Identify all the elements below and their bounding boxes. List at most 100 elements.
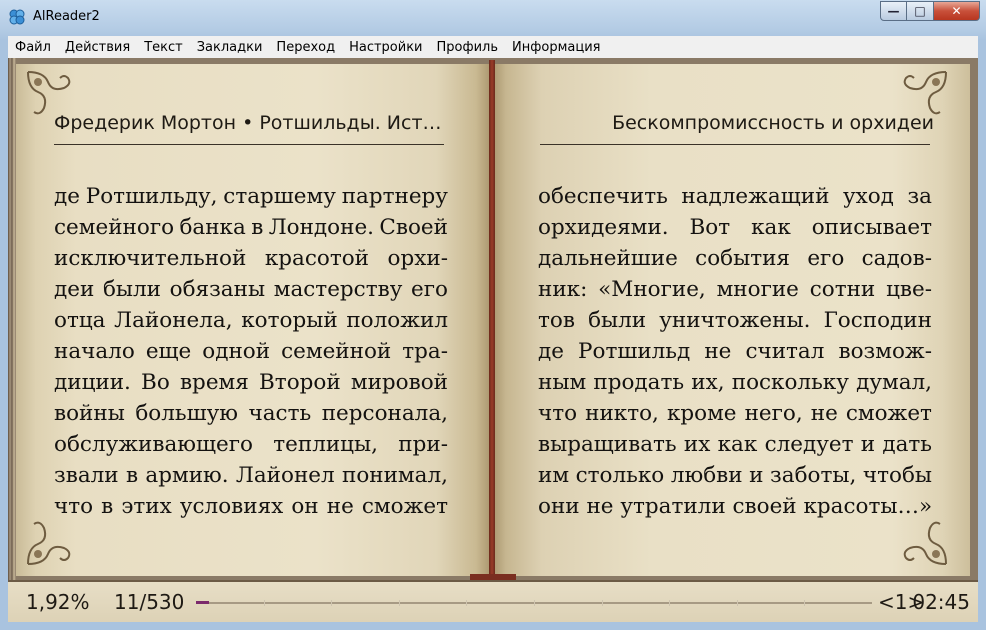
text-word: Ротшильд (578, 339, 691, 364)
title-bar[interactable]: AlReader2 — □ ✕ (0, 0, 986, 36)
menu-profile[interactable]: Профиль (430, 40, 506, 55)
text-line: тов были уничтожены. Господин (538, 305, 932, 336)
text-word: большую (135, 401, 238, 426)
text-word: им (538, 463, 570, 488)
corner-ornament-icon (27, 521, 71, 565)
text-word: положил (346, 308, 448, 333)
text-word: красотой (264, 246, 370, 271)
text-line: де Ротшильд не считал возмож- (538, 336, 932, 367)
reading-progress-bar[interactable] (196, 600, 872, 606)
text-line: им столько любви и заботы, чтобы (538, 460, 932, 491)
text-word: орхи- (387, 246, 448, 271)
text-word: сможет (845, 401, 932, 426)
text-word: «Многие, (598, 277, 706, 302)
menu-actions[interactable]: Действия (58, 40, 137, 55)
text-word: Ротшильду, (85, 184, 218, 209)
text-word: деи (54, 277, 95, 302)
text-word: в (125, 463, 139, 488)
text-word: понимал, (342, 463, 448, 488)
menu-text[interactable]: Текст (137, 40, 190, 55)
menu-bookmarks[interactable]: Закладки (190, 40, 270, 55)
text-word: условиях (179, 494, 284, 519)
text-word: сотни (809, 277, 876, 302)
right-page-text: обеспечить надлежащий уход за орхидеями. Вот к… (538, 181, 932, 522)
text-word: партнеру (341, 184, 448, 209)
text-word: и (860, 432, 876, 457)
text-line: деи были обязаны мастерству его (54, 274, 448, 305)
text-word: дать (882, 432, 932, 457)
text-line: семейного банка в Лондоне. Своей (54, 212, 448, 243)
minimize-icon: — (887, 4, 900, 18)
minimize-button[interactable]: — (880, 1, 907, 21)
close-button[interactable]: ✕ (934, 1, 980, 21)
menu-navigate[interactable]: Переход (269, 40, 342, 55)
text-word: что (538, 401, 578, 426)
text-word: садов- (861, 246, 932, 271)
text-word: в (101, 494, 114, 519)
progress-tick (398, 600, 400, 606)
text-word: который (241, 308, 338, 333)
text-word: его (807, 246, 845, 271)
text-word: чтобы (862, 463, 932, 488)
text-word: одной (202, 339, 271, 364)
text-word: ным (538, 370, 587, 395)
text-word: Второй (259, 370, 341, 395)
text-word: они не утратили своей красоты…» (538, 494, 933, 519)
text-word: следует (764, 432, 854, 457)
text-word: банка (179, 215, 246, 240)
text-line: обслуживающего теплицы, при- (54, 429, 448, 460)
text-word: Лайонела, (114, 308, 233, 333)
maximize-button[interactable]: □ (907, 1, 934, 21)
window-bottom-border (0, 622, 986, 630)
text-word: и (749, 463, 764, 488)
text-word: в (251, 215, 264, 240)
text-line: что в этих условиях он не сможет (54, 491, 448, 522)
menu-settings[interactable]: Настройки (342, 40, 429, 55)
text-word: надлежащий (681, 184, 830, 209)
text-word: семейного (54, 215, 175, 240)
text-word: заботы, (770, 463, 857, 488)
text-word: отца (54, 308, 106, 333)
text-line: звали в армию. Лайонел понимал, (54, 460, 448, 491)
book-spine (489, 60, 495, 580)
text-word: старшему (223, 184, 336, 209)
text-word: дальнейшие (538, 246, 678, 271)
text-word: что (54, 494, 94, 519)
text-word: часть (248, 401, 312, 426)
text-line: ник: «Многие, многие сотни цве- (538, 274, 932, 305)
clock: 02:45 (912, 590, 970, 614)
progress-tick (331, 600, 333, 606)
app-window: AlReader2 — □ ✕ Файл Действия Текст Закл… (0, 0, 986, 630)
text-word: начало (54, 339, 135, 364)
page-counter[interactable]: 11/530 (114, 590, 184, 614)
text-line: что никто, кроме него, не сможет (538, 398, 932, 429)
text-word: еще (145, 339, 192, 364)
text-word: диции. (54, 370, 131, 395)
book-view[interactable]: Фредерик Мортон • Ротшильды. История… Бе… (8, 58, 978, 580)
text-word: армию. (145, 463, 229, 488)
app-icon (9, 9, 25, 25)
text-word: описывает (811, 215, 932, 240)
text-word: тра- (402, 339, 448, 364)
text-word: поскольку (731, 370, 849, 395)
left-header-rule (54, 144, 444, 145)
text-word: него, (744, 401, 803, 426)
close-icon: ✕ (951, 4, 962, 18)
text-line: они не утратили своей красоты…» (538, 491, 932, 522)
text-word: обслуживающего (54, 432, 253, 457)
menu-bar: Файл Действия Текст Закладки Переход Нас… (8, 36, 978, 59)
text-word: исключительной (54, 246, 247, 271)
progress-tick (263, 600, 265, 606)
text-word: уход (842, 184, 894, 209)
menu-file[interactable]: Файл (8, 40, 58, 55)
text-word: де (54, 184, 80, 209)
text-word: столько (575, 463, 665, 488)
text-word: войны (54, 401, 125, 426)
menu-info[interactable]: Информация (505, 40, 607, 55)
reading-progress-fill (196, 601, 209, 604)
text-line: отца Лайонела, который положил (54, 305, 448, 336)
window-controls: — □ ✕ (880, 1, 980, 22)
text-word: не (326, 494, 354, 519)
text-word: он (291, 494, 319, 519)
text-line: обеспечить надлежащий уход за (538, 181, 932, 212)
